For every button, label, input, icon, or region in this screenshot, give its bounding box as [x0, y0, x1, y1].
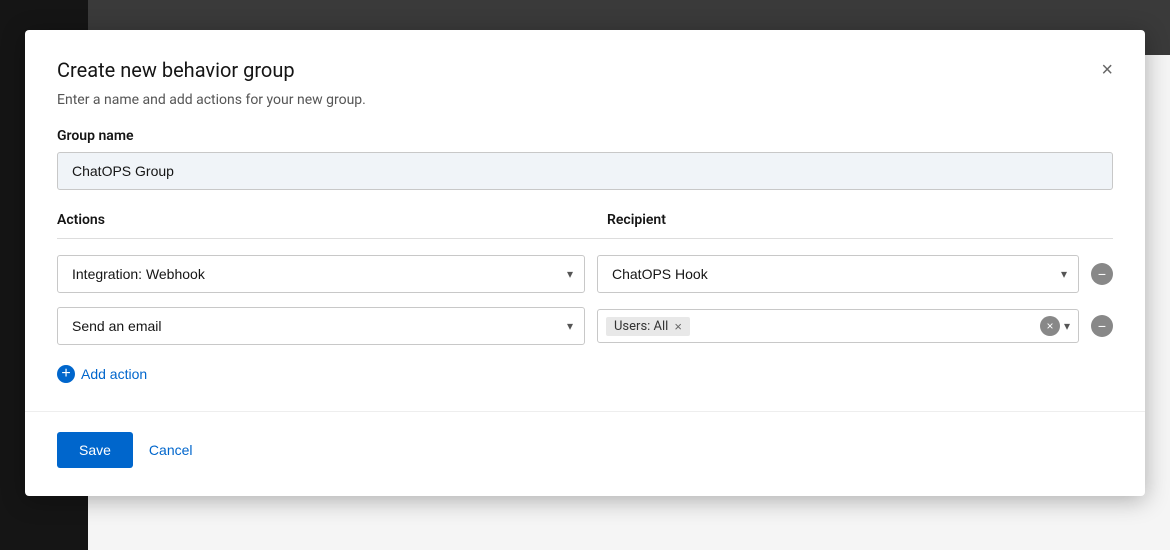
actions-header: Actions Recipient: [57, 212, 1113, 238]
action-select-1[interactable]: Integration: Webhook: [57, 255, 585, 293]
clear-tags-button[interactable]: ×: [1040, 316, 1060, 336]
recipient-wrap-1: ChatOPS Hook ▾: [597, 255, 1079, 293]
modal-backdrop: Create new behavior group × Enter a name…: [0, 0, 1170, 550]
actions-col-label: Actions: [57, 212, 597, 228]
modal-subtitle: Enter a name and add actions for your ne…: [25, 82, 1145, 108]
tag-remove-button[interactable]: ×: [674, 320, 682, 333]
action-select-wrap-2: Send an email ▾: [57, 307, 585, 345]
modal-title: Create new behavior group: [57, 58, 295, 82]
save-button[interactable]: Save: [57, 432, 133, 468]
remove-action-1-button[interactable]: −: [1091, 263, 1113, 285]
cancel-button[interactable]: Cancel: [145, 432, 197, 468]
header-divider: [57, 238, 1113, 239]
add-action-label: Add action: [81, 366, 147, 382]
close-button[interactable]: ×: [1101, 60, 1113, 80]
tag-controls: × ▾: [1040, 316, 1070, 336]
recipient-select-1[interactable]: ChatOPS Hook: [597, 255, 1079, 293]
modal-header: Create new behavior group ×: [25, 30, 1145, 82]
action-select-wrap-1: Integration: Webhook ▾: [57, 255, 585, 293]
action-row-1: Integration: Webhook ▾ ChatOPS Hook ▾ −: [57, 255, 1113, 293]
add-action-button[interactable]: + Add action: [57, 365, 147, 383]
action-select-2[interactable]: Send an email: [57, 307, 585, 345]
recipient-tags-wrap-2: Users: All × × ▾: [597, 309, 1079, 343]
action-row-2: Send an email ▾ Users: All × ×: [57, 307, 1113, 345]
tags-container: Users: All × × ▾: [597, 309, 1079, 343]
remove-action-2-button[interactable]: −: [1091, 315, 1113, 337]
users-all-tag: Users: All ×: [606, 317, 690, 336]
recipient-col-label: Recipient: [597, 212, 1113, 228]
group-name-label: Group name: [57, 128, 1113, 144]
actions-section: Actions Recipient Integration: Webhook ▾: [57, 212, 1113, 383]
group-name-input[interactable]: [57, 152, 1113, 190]
tag-label: Users: All: [614, 319, 668, 334]
modal-body: Group name Actions Recipient Integration…: [25, 108, 1145, 411]
add-action-icon: +: [57, 365, 75, 383]
tags-dropdown-button[interactable]: ▾: [1064, 319, 1070, 333]
create-behavior-group-modal: Create new behavior group × Enter a name…: [25, 30, 1145, 496]
modal-footer: Save Cancel: [25, 411, 1145, 496]
